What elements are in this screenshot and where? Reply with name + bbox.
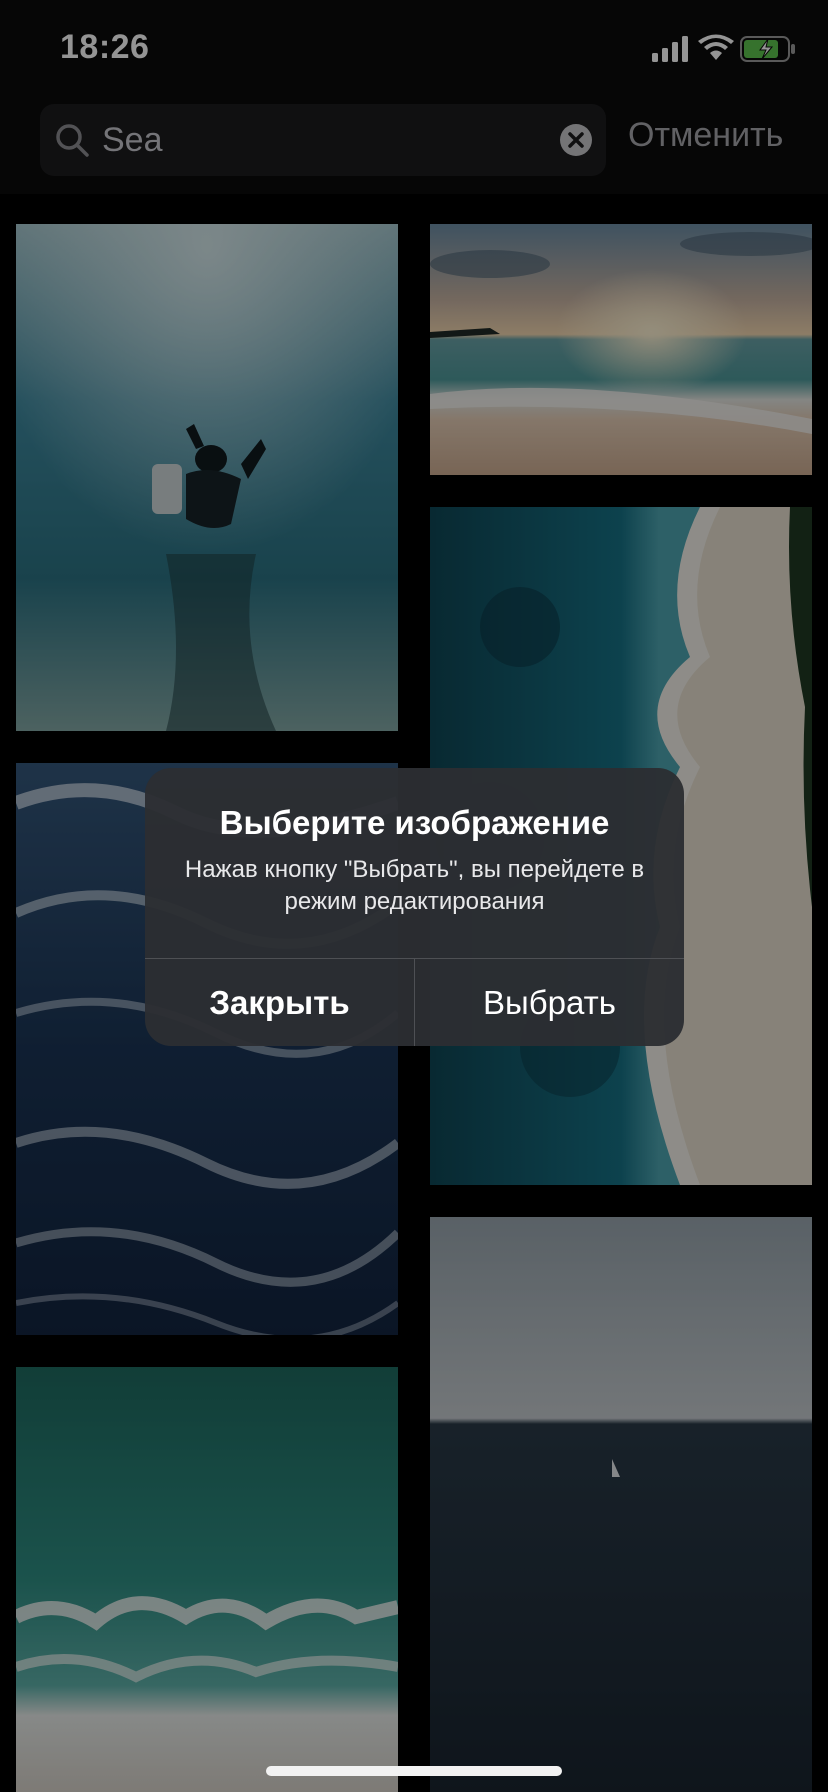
alert-message: Нажав кнопку "Выбрать", вы перейдете в р… xyxy=(184,856,645,915)
close-button[interactable]: Закрыть xyxy=(145,959,414,1046)
alert-dialog: Выберите изображение Нажав кнопку "Выбра… xyxy=(145,768,684,1046)
alert-title: Выберите изображение xyxy=(219,804,610,841)
screen: 18:26 Sea Отменить Выберите изображение … xyxy=(0,0,828,1792)
select-button[interactable]: Выбрать xyxy=(415,959,684,1046)
home-indicator[interactable] xyxy=(266,1766,562,1776)
